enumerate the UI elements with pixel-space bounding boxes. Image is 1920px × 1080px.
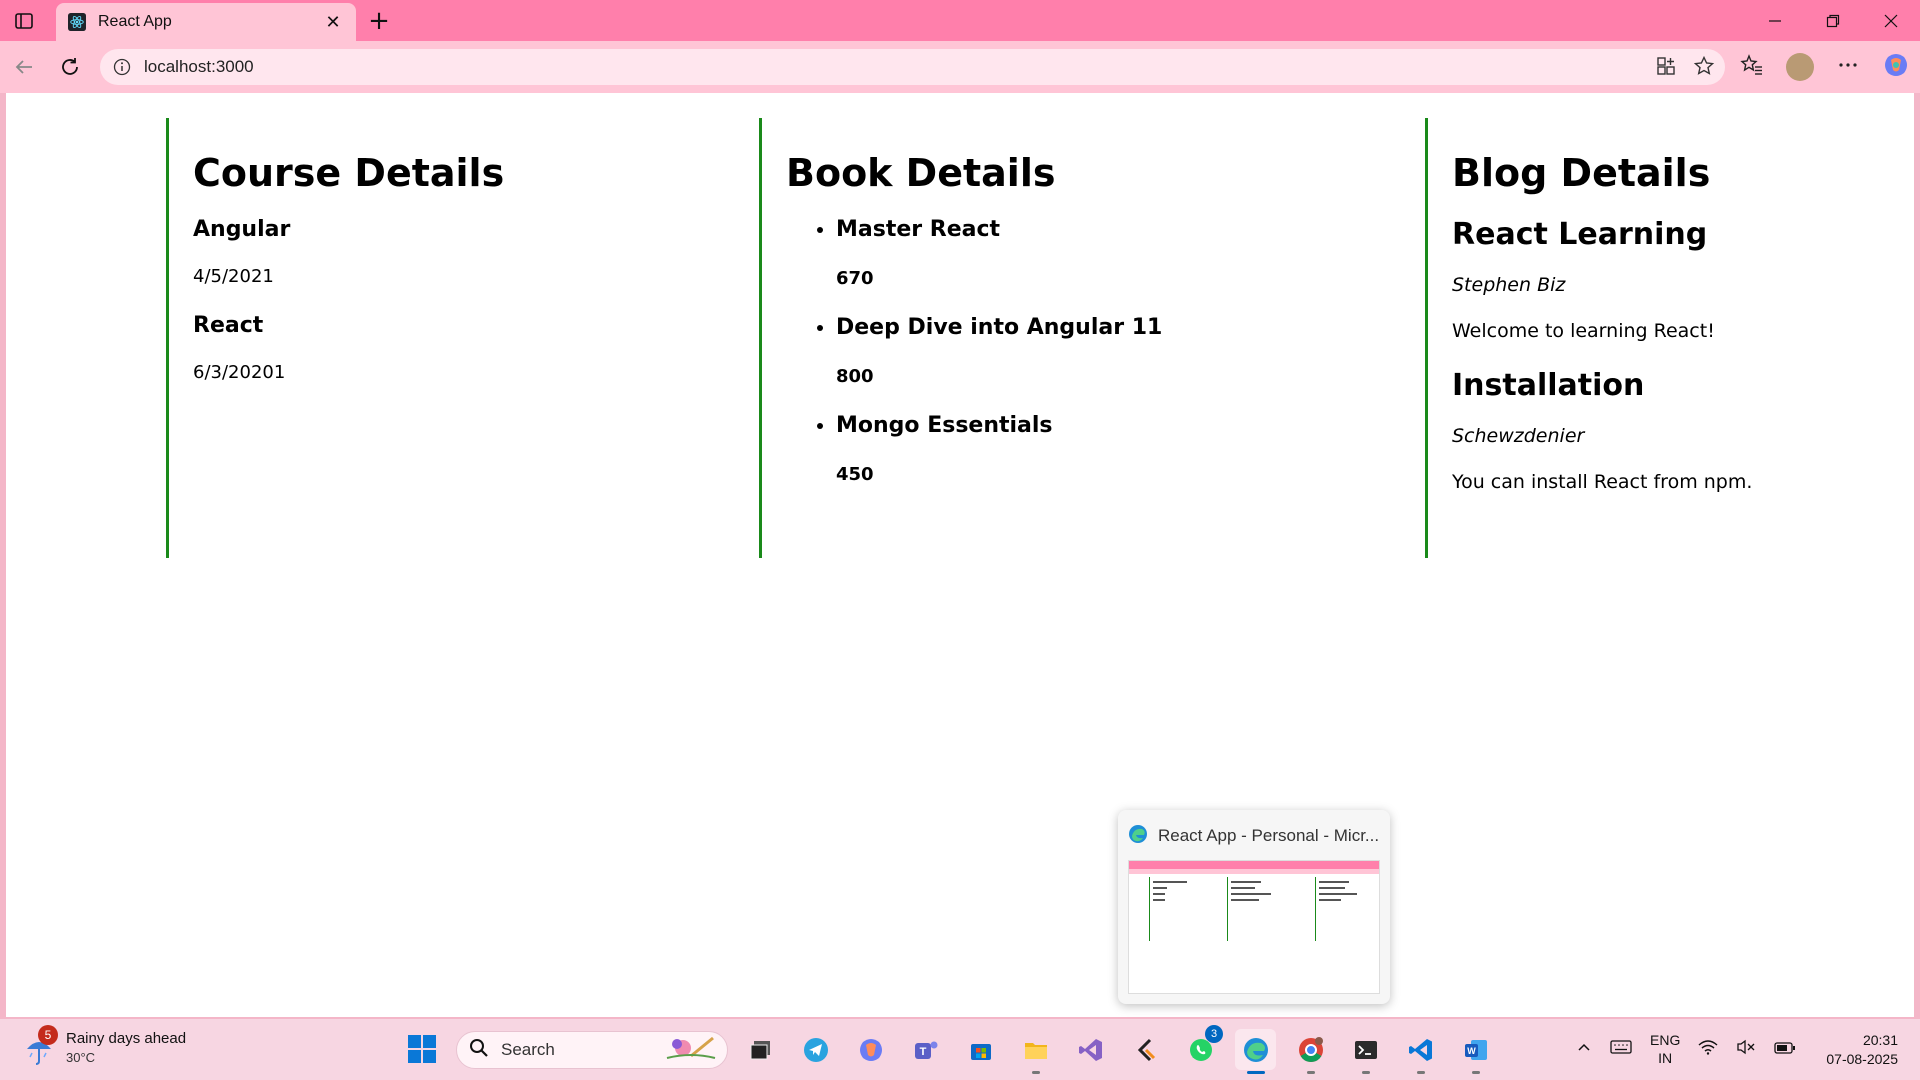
word-icon[interactable]: W — [1455, 1029, 1496, 1074]
weather-title: Rainy days ahead — [66, 1029, 187, 1047]
book-price: 450 — [836, 464, 874, 485]
back-arrow-icon[interactable] — [10, 53, 38, 81]
blog-author: Schewzdenier — [1452, 425, 1585, 447]
info-icon[interactable] — [112, 57, 132, 77]
close-tab-icon[interactable]: ✕ — [322, 11, 344, 33]
umbrella-icon: 5 — [22, 1025, 58, 1065]
profile-avatar[interactable] — [1786, 53, 1814, 81]
book-name: Master React — [836, 217, 1409, 242]
blog-author: Stephen Biz — [1452, 274, 1566, 296]
file-explorer-icon[interactable] — [1015, 1029, 1056, 1074]
course-date: 6/3/20201 — [193, 362, 286, 383]
restore-icon[interactable] — [1804, 0, 1862, 41]
minimize-icon[interactable] — [1746, 0, 1804, 41]
taskbar-apps: T 3 W — [740, 1025, 1496, 1074]
address-toolbar: localhost:3000 — [0, 41, 1920, 93]
whatsapp-icon[interactable]: 3 — [1180, 1025, 1223, 1070]
address-bar[interactable]: localhost:3000 — [100, 49, 1725, 85]
favorite-star-icon[interactable] — [1693, 55, 1715, 81]
wifi-icon[interactable] — [1698, 1039, 1718, 1059]
windows-start-icon[interactable] — [406, 1033, 438, 1065]
book-details-section: Book Details Master React 670 Deep Dive … — [759, 118, 1409, 558]
task-view-icon[interactable] — [740, 1029, 781, 1070]
blog-title: React Learning — [1452, 217, 1708, 252]
ide-icon[interactable] — [1125, 1029, 1166, 1070]
page-viewport: Course Details Angular 4/5/2021 React 6/… — [6, 93, 1914, 1017]
book-name: Mongo Essentials — [836, 413, 1409, 438]
blog-content: You can install React from npm. — [1452, 471, 1753, 493]
volume-muted-icon[interactable] — [1736, 1039, 1756, 1059]
battery-icon[interactable] — [1774, 1040, 1796, 1059]
search-label: Search — [501, 1040, 555, 1059]
more-options-icon[interactable] — [1836, 53, 1860, 81]
book-price: 800 — [836, 366, 874, 387]
telegram-icon[interactable] — [795, 1029, 836, 1070]
edge-browser-icon[interactable] — [1235, 1029, 1276, 1074]
taskbar-search-box[interactable]: Search — [456, 1031, 728, 1069]
browser-tab[interactable]: React App ✕ — [56, 3, 356, 41]
edge-icon — [1128, 824, 1148, 848]
sidebar-toggle-icon[interactable] — [12, 9, 36, 33]
course-heading: Course Details — [193, 151, 505, 195]
book-price: 670 — [836, 268, 874, 289]
weather-widget[interactable]: 5 Rainy days ahead 30°C — [22, 1025, 187, 1065]
chevron-up-icon[interactable] — [1576, 1039, 1592, 1059]
blog-heading: Blog Details — [1452, 151, 1711, 195]
language-indicator[interactable]: ENG IN — [1650, 1031, 1680, 1067]
windows-taskbar: 5 Rainy days ahead 30°C Search T 3 W ENG… — [0, 1019, 1920, 1080]
copilot-app-icon[interactable] — [850, 1029, 891, 1070]
tab-title: React App — [98, 13, 172, 30]
book-name: Deep Dive into Angular 11 — [836, 315, 1409, 340]
search-highlight-icon — [663, 1034, 719, 1066]
preview-thumbnail — [1128, 860, 1380, 994]
preview-title: React App - Personal - Micr... — [1158, 826, 1380, 845]
course-details-section: Course Details Angular 4/5/2021 React 6/… — [166, 118, 746, 558]
refresh-icon[interactable] — [56, 53, 84, 81]
course-name: React — [193, 313, 264, 338]
favorites-icon[interactable] — [1740, 53, 1764, 81]
app-available-icon[interactable] — [1655, 55, 1677, 81]
clock-time: 20:31 — [1862, 1032, 1898, 1048]
whatsapp-badge: 3 — [1205, 1025, 1223, 1043]
microsoft-store-icon[interactable] — [960, 1029, 1001, 1070]
weather-badge: 5 — [38, 1025, 58, 1045]
language-code: ENG — [1650, 1032, 1681, 1048]
teams-icon[interactable]: T — [905, 1029, 946, 1070]
visual-studio-icon[interactable] — [1070, 1029, 1111, 1070]
window-controls — [1746, 0, 1920, 41]
book-heading: Book Details — [786, 151, 1056, 195]
tab-bar: React App ✕ + — [0, 0, 1920, 41]
search-icon — [469, 1038, 489, 1062]
react-icon — [68, 13, 86, 31]
terminal-icon[interactable] — [1345, 1029, 1386, 1074]
taskbar-window-preview[interactable]: React App - Personal - Micr... — [1118, 810, 1390, 1004]
blog-details-section: Blog Details React Learning Stephen Biz … — [1425, 118, 1895, 558]
weather-temp: 30°C — [66, 1049, 96, 1065]
system-tray: ENG IN — [1576, 1031, 1796, 1067]
book-list: Master React 670 Deep Dive into Angular … — [786, 217, 1409, 485]
url-text: localhost:3000 — [144, 57, 254, 76]
system-clock[interactable]: 20:31 07-08-2025 — [1826, 1031, 1898, 1069]
clock-date: 07-08-2025 — [1826, 1051, 1898, 1067]
course-name: Angular — [193, 217, 291, 242]
blog-content: Welcome to learning React! — [1452, 320, 1715, 342]
blog-title: Installation — [1452, 368, 1645, 403]
vscode-icon[interactable] — [1400, 1029, 1441, 1074]
svg-text:W: W — [1467, 1046, 1476, 1056]
copilot-icon[interactable] — [1882, 51, 1910, 83]
course-date: 4/5/2021 — [193, 266, 274, 287]
close-window-icon[interactable] — [1862, 0, 1920, 41]
keyboard-icon[interactable] — [1610, 1039, 1632, 1059]
svg-text:T: T — [919, 1046, 926, 1058]
region-code: IN — [1658, 1050, 1673, 1066]
new-tab-button[interactable]: + — [365, 6, 393, 36]
chrome-icon[interactable] — [1290, 1029, 1331, 1074]
